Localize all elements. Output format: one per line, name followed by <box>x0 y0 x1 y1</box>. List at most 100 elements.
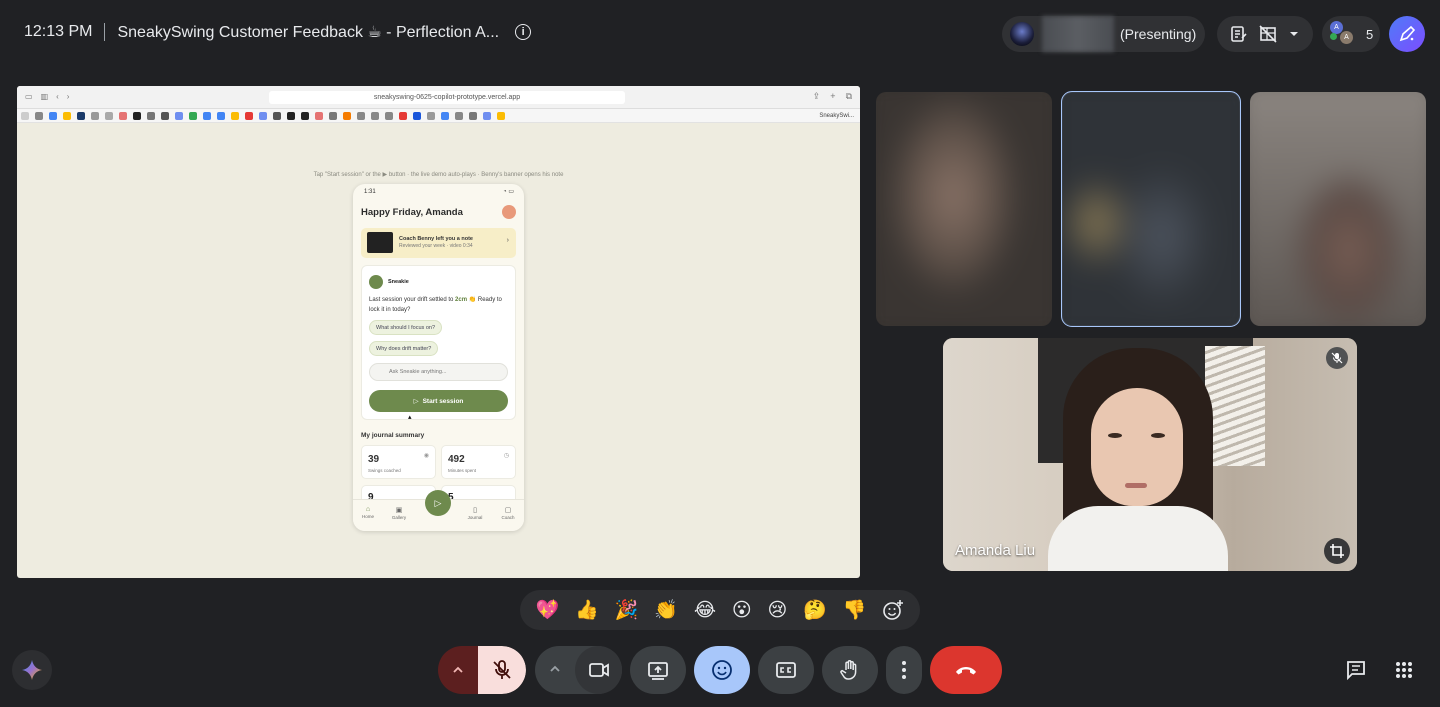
sneakie-logo-icon <box>369 275 383 289</box>
bookmark-icon <box>91 111 99 120</box>
reaction-laugh[interactable]: 😂 <box>694 600 716 620</box>
present-to-all-icon <box>648 662 668 680</box>
bookmark-icon <box>385 111 393 120</box>
gemini-button[interactable] <box>12 650 52 690</box>
raise-hand-button[interactable] <box>822 646 878 694</box>
reaction-thumbs-down[interactable]: 👎 <box>843 600 867 620</box>
bookmark-icon <box>483 111 491 120</box>
battery-icon: ◔ ▭ <box>503 189 514 195</box>
bookmark-icon <box>497 111 505 120</box>
tab-overview-icon: ⧉ <box>845 91 852 101</box>
video-options-button[interactable] <box>535 663 575 678</box>
bookmark-icon <box>245 111 253 120</box>
presenter-chip[interactable]: (Presenting) <box>1002 16 1205 52</box>
present-screen-button[interactable] <box>630 646 686 694</box>
phone-time: 1:31 <box>364 189 376 195</box>
video-background <box>1205 346 1265 466</box>
nav-journal: ▯ Journal <box>463 506 487 520</box>
people-button[interactable]: A A 5 <box>1322 16 1380 52</box>
presenter-avatar <box>1010 22 1034 46</box>
bookmark-icon <box>21 111 29 120</box>
profile-avatar <box>502 205 516 219</box>
pen-sparkle-icon <box>1399 25 1416 42</box>
notes-icon[interactable] <box>1230 25 1248 43</box>
chat-button[interactable] <box>1340 654 1372 686</box>
forward-icon: › <box>66 92 70 101</box>
ai-companion-button[interactable] <box>1389 16 1425 52</box>
blurred-video <box>1250 92 1426 326</box>
smile-icon <box>712 660 732 680</box>
reaction-surprised[interactable]: 😮 <box>732 600 752 620</box>
self-video-tile[interactable]: Amanda Liu <box>943 338 1357 571</box>
bookmark-icon <box>287 111 295 120</box>
chat-icon <box>1347 661 1365 681</box>
reaction-heart[interactable]: 💖 <box>536 600 560 620</box>
more-vert-icon <box>902 661 906 679</box>
back-icon: ‹ <box>56 92 59 101</box>
microphone-controls <box>438 646 526 694</box>
participant-count: 5 <box>1366 26 1374 42</box>
video-person <box>1091 388 1183 506</box>
bookmark-icon <box>105 111 113 120</box>
leave-call-button[interactable] <box>930 646 1002 694</box>
participant-tile[interactable] <box>876 92 1052 326</box>
bookmark-icon <box>455 111 463 120</box>
microphone-toggle-button[interactable] <box>478 646 526 694</box>
journal-title: My journal summary <box>361 432 425 439</box>
audio-options-button[interactable] <box>438 646 478 694</box>
bookmark-tab-label: SneakySwi... <box>819 112 854 119</box>
divider <box>104 23 106 41</box>
assistant-name: Sneakie <box>388 279 409 285</box>
reaction-thumbs-up[interactable]: 👍 <box>575 600 599 620</box>
play-button: ▷ <box>425 490 451 516</box>
reaction-sad[interactable]: 😢 <box>767 600 787 620</box>
book-icon: ▯ <box>473 507 477 514</box>
activities-button[interactable] <box>1388 654 1420 686</box>
eye-icon: ◉ <box>423 453 429 459</box>
bookmark-icon <box>329 111 337 120</box>
more-options-button[interactable] <box>886 646 922 694</box>
browser-nav: ▭ ▥ ‹ › <box>25 92 69 101</box>
crop-icon[interactable] <box>1324 538 1350 564</box>
send-reaction-button[interactable] <box>694 646 750 694</box>
bookmark-icon <box>343 111 351 120</box>
chevron-down-icon[interactable] <box>1288 28 1300 40</box>
bookmark-icon <box>231 111 239 120</box>
presenting-label: (Presenting) <box>1120 26 1197 42</box>
participant-name: Amanda Liu <box>955 542 1036 559</box>
bookmark-icon <box>189 111 197 120</box>
info-icon[interactable]: i <box>515 24 532 40</box>
layout-off-icon[interactable] <box>1259 25 1277 43</box>
ask-input: Ask Sneakie anything... <box>369 363 508 381</box>
camera-toggle-button[interactable] <box>575 646 622 694</box>
phone-tab-bar: ⌂ Home ▣ Gallery ▷ ▯ Journal ▢ Coach <box>353 490 524 531</box>
bookmarks-bar: SneakySwi... <box>17 109 860 123</box>
start-session-button: ▷ Start session <box>369 390 508 412</box>
reactions-bar: 💖 👍 🎉 👏 😂 😮 😢 🤔 👎 <box>520 590 920 630</box>
avatar-dot <box>1330 33 1337 40</box>
blurred-video <box>1062 92 1240 326</box>
tabs-icon: ▥ <box>40 92 49 101</box>
video-person <box>1048 506 1228 571</box>
bookmark-icon <box>77 111 85 120</box>
bookmark-icon <box>273 111 281 120</box>
nav-gallery: ▣ Gallery <box>387 506 411 520</box>
bookmark-icon <box>175 111 183 120</box>
bookmark-icon <box>161 111 169 120</box>
bookmark-icon <box>147 111 155 120</box>
address-bar: sneakyswing-0625-copilot-prototype.verce… <box>269 91 625 104</box>
assistant-message: Last session your drift settled to 2cm 👏… <box>369 297 502 313</box>
captions-button[interactable] <box>758 646 814 694</box>
add-reaction-icon[interactable] <box>882 599 904 621</box>
reaction-party[interactable]: 🎉 <box>615 600 639 620</box>
participant-tile[interactable] <box>1250 92 1426 326</box>
chevron-up-icon <box>453 666 463 673</box>
participant-avatars: A A <box>1330 21 1356 47</box>
reaction-clap[interactable]: 👏 <box>654 600 678 620</box>
bookmark-icon <box>119 111 127 120</box>
participant-tile-active-speaker[interactable] <box>1061 91 1241 327</box>
reaction-thinking[interactable]: 🤔 <box>803 600 827 620</box>
apps-grid-icon <box>1396 662 1412 678</box>
phone-mockup: 1:31 ◔ ▭ Happy Friday, Amanda Coach Benn… <box>353 184 524 531</box>
nav-home: ⌂ Home <box>356 506 380 519</box>
